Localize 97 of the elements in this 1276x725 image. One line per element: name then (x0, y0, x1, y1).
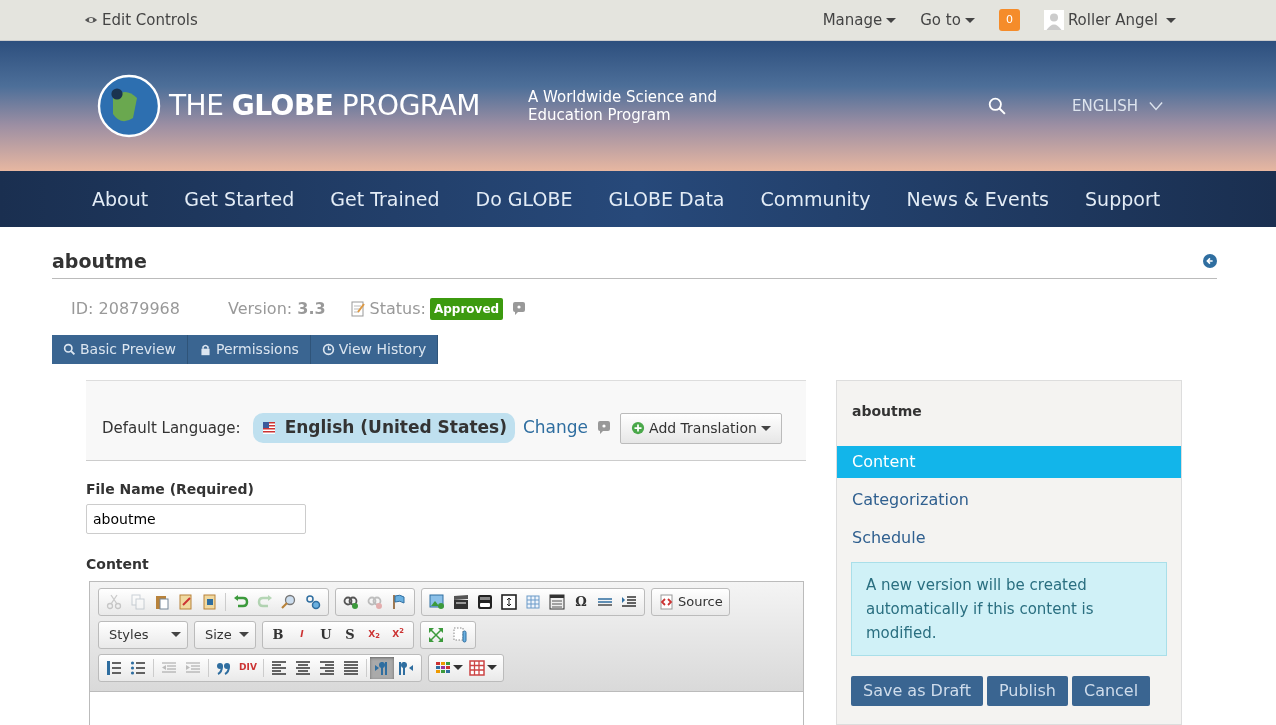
sidebar-button[interactable]: Publish (986, 675, 1068, 706)
nav-link[interactable]: About (92, 184, 149, 214)
window-icon (549, 593, 565, 610)
help-icon[interactable] (596, 420, 613, 436)
file-name-input[interactable]: aboutme (86, 503, 306, 534)
info-notice: A new version will be created automatically if this content is modified. (851, 561, 1167, 656)
bulleted-list-icon (130, 659, 146, 676)
flag-icon (260, 422, 277, 434)
toolbar-button[interactable]: X$^{2}$ (386, 623, 410, 646)
status-badge: Approved (430, 297, 504, 320)
style-dropdown[interactable]: Size (194, 620, 256, 649)
toolbar-button[interactable]: DIV (236, 656, 260, 679)
align-left-icon (271, 659, 287, 676)
action-button[interactable]: Basic Preview (52, 334, 188, 364)
add-translation-button[interactable]: Add Translation (620, 412, 782, 444)
video-icon (477, 593, 493, 610)
toolbar-button[interactable]: X$_{2}$ (362, 623, 386, 646)
align-right-icon (319, 659, 335, 676)
toolbar-button[interactable]: U (314, 623, 338, 646)
globe-logo-icon (97, 74, 161, 138)
id-text: ID: 20879968 (71, 297, 180, 320)
change-link[interactable]: Change (522, 415, 589, 441)
replace-icon (305, 593, 321, 610)
nav-link[interactable]: Get Trained (330, 184, 440, 214)
outdent-icon (161, 659, 177, 676)
tagline: A Worldwide Science and Education Program (527, 88, 719, 124)
menu-dropdown[interactable]: Go to (920, 8, 975, 32)
user-menu[interactable]: Roller Angel (1043, 8, 1176, 32)
expand-icon (428, 626, 444, 643)
nav-link[interactable]: Get Started (184, 184, 295, 214)
clapperboard-icon (453, 593, 469, 610)
justify-icon (343, 659, 359, 676)
field-label: File Name (Required) (86, 479, 255, 499)
table-icon (525, 593, 541, 610)
menu-dropdown[interactable]: Manage (822, 8, 897, 32)
table-icon (469, 659, 485, 676)
toolbar-button[interactable]: S (338, 623, 362, 646)
align-center-icon (295, 659, 311, 676)
language-label: Default Language: (102, 417, 241, 439)
nav-link[interactable]: Community (760, 184, 871, 214)
help-icon[interactable] (511, 300, 528, 317)
clock-icon (321, 342, 335, 356)
clipboard-icon (154, 593, 170, 610)
version-text: Version: 3.3 (227, 297, 326, 320)
color-grid-icon (435, 659, 451, 676)
image-icon (429, 593, 445, 610)
search-icon (63, 342, 76, 356)
plus-circle-icon (631, 421, 646, 435)
search-icon[interactable] (988, 97, 1007, 115)
logo-text[interactable]: THE GLOBE PROGRAM (169, 85, 480, 127)
field-label: Content (86, 554, 150, 574)
caret-icon (1166, 17, 1176, 23)
nav-link[interactable]: News & Events (906, 184, 1050, 214)
rich-text-editor[interactable]: Ω Source Styles Size B I U S X$_{2}$ X$^{2}$ DIV (89, 580, 804, 725)
copy-icon (130, 593, 146, 610)
action-button[interactable]: Permissions (188, 334, 311, 364)
flag-icon (391, 593, 407, 610)
action-button[interactable]: View History (310, 334, 439, 364)
page-title: aboutme (52, 249, 148, 274)
status-label: Status: (369, 297, 426, 320)
frame-icon (501, 593, 517, 610)
nav-link[interactable]: Support (1085, 184, 1161, 214)
status-document-icon (349, 300, 366, 317)
toolbar-button[interactable]: Source (655, 590, 726, 613)
search-icon (281, 593, 297, 610)
indent-icon (185, 659, 201, 676)
undo-icon (233, 593, 249, 610)
nav-link[interactable]: Do GLOBE (475, 184, 573, 214)
numbered-list-icon (106, 659, 122, 676)
nav-link[interactable]: GLOBE Data (608, 184, 725, 214)
word-page-icon (202, 593, 218, 610)
toolbar-button[interactable]: I (290, 623, 314, 646)
paste-page-icon (178, 593, 194, 610)
caret-icon (964, 17, 975, 23)
sidebar-item[interactable]: Schedule (837, 521, 1181, 554)
left-to-right-icon (374, 659, 390, 676)
sidebar-button[interactable]: Cancel (1071, 675, 1151, 706)
style-dropdown[interactable]: Styles (98, 620, 188, 649)
caret-icon (886, 17, 897, 23)
code-page-icon (658, 593, 674, 610)
language-badge: English (United States) (252, 413, 515, 443)
caret-icon (171, 632, 181, 637)
sidebar-button[interactable]: Save as Draft (851, 675, 983, 706)
blocks-icon (452, 626, 468, 643)
sidebar-title: aboutme (851, 401, 923, 421)
edit-controls-link[interactable]: Edit Controls (84, 8, 198, 32)
sidebar-item[interactable]: Categorization (837, 483, 1181, 516)
toolbar-button[interactable]: B (266, 623, 290, 646)
indent-lines-icon (621, 593, 637, 610)
caret-icon (239, 632, 249, 637)
scissors-icon (106, 593, 122, 610)
lock-icon (199, 342, 212, 356)
toolbar-button[interactable]: Ω (569, 590, 593, 613)
redo-icon (257, 593, 273, 610)
right-to-left-icon (398, 659, 414, 676)
avatar-icon (1043, 10, 1064, 30)
caret-icon (760, 425, 771, 431)
